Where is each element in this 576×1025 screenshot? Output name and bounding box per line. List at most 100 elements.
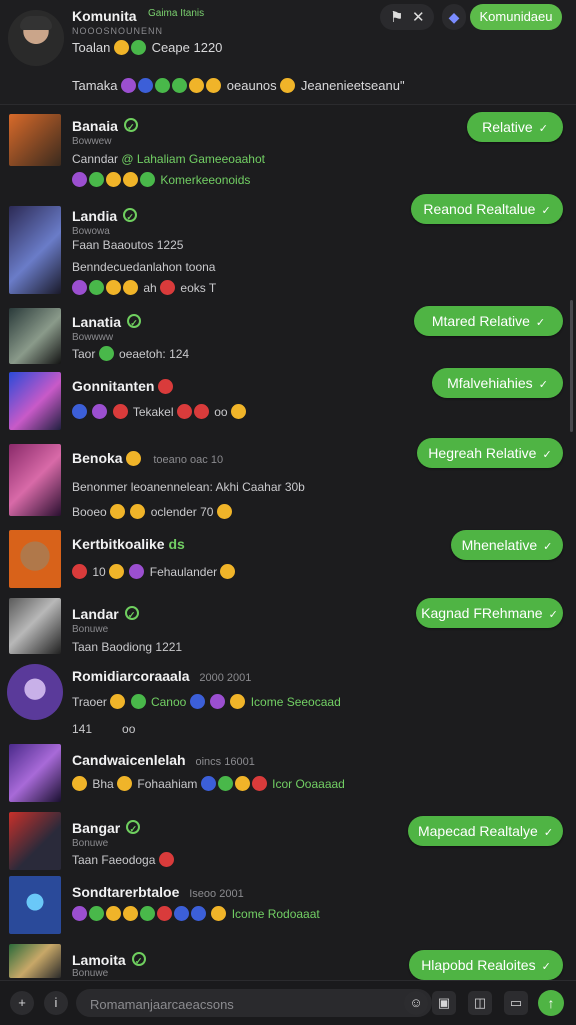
list-item[interactable]: Benoka toeano oac 10 Benonmer leoanennel… [0,438,576,524]
member-sub: Bowwew [72,136,112,147]
member-line: Booeo oclender 70 [72,504,234,519]
list-item[interactable]: Banaia ✓ Bowwew Canndar @ Lahaliam Gameeo… [0,108,576,190]
member-line: Canndar @ Lahaliam Gameeoaahot [72,152,265,166]
member-line: Komerkeeonoids [72,172,250,187]
camera-icon[interactable]: ◫ [468,991,492,1015]
list-item[interactable]: Lamoita ✓ Bonuwe Hlapobd Realoites ✓ [0,944,576,980]
community-screen: Komunita Gaima Itanis NOOOSNOUNENN Toala… [0,0,576,1025]
member-name: Gonnitanten [72,378,175,394]
relative-button[interactable]: Hegreah Relative ✓ [417,438,563,468]
verified-icon: ✓ [126,820,141,834]
member-sub: Bonuwe [72,838,109,849]
community-tag: Gaima Itanis [148,8,205,19]
member-line: Traoer Canoo Icome Seeocaad [72,694,341,709]
relative-button[interactable]: Mfalvehiahies ✓ [432,368,563,398]
member-name: Kertbitkoalike ds [72,536,185,552]
member-line: Taor oeaetoh: 124 [72,346,190,361]
info-icon[interactable]: i [44,991,68,1015]
avatar [9,598,61,654]
list-item[interactable]: Bangar ✓ Bonuwe Taan Faeodoga Mapecad Rea… [0,812,576,874]
verified-icon: ✓ [124,606,139,620]
emoji-icon [138,78,154,93]
list-item[interactable]: Romidiarcoraaala 2000 2001 Traoer Canoo … [0,660,576,744]
member-name: Benoka toeano oac 10 [72,450,224,466]
header-info-label: Tamaka [72,78,118,93]
avatar [9,114,61,166]
send-icon[interactable]: ↑ [538,990,564,1016]
header-toolbar: ⚑ ✕ [380,4,434,30]
message-input-wrap [76,989,432,1017]
header-info-note: Jeanenieetseanu" [300,78,405,93]
list-item[interactable]: Lanatia ✓ Bowwww Taor oeaetoh: 124 Mtared… [0,306,576,368]
avatar [9,944,61,978]
avatar [9,206,61,294]
header-stats-line: Toalan Ceape 1220 [72,40,222,55]
member-line: Benonmer leoanennelean: Akhi Caahar 30b [72,480,305,494]
member-name: Candwaicenlelah oincs 16001 [72,752,255,768]
relative-button[interactable]: Mhenelative ✓ [451,530,563,560]
list-item[interactable]: Landia ✓ Bowowa Faan Baaoutos 1225 Bennde… [0,194,576,300]
member-sub: Bowowa [72,226,110,237]
member-line: Benndecuedanlahon toona [72,260,216,274]
verified-icon: ✓ [127,314,142,328]
avatar [9,530,61,588]
member-line: Bha Fohaahiam Icor Ooaaaad [72,776,345,791]
avatar [9,812,61,870]
emoji-icon [121,78,137,93]
member-name: Romidiarcoraaala 2000 2001 [72,668,252,684]
list-item[interactable]: Landar ✓ Bonuwe Taan Baodiong 1221 Kagnad… [0,596,576,658]
verified-icon: ✓ [123,118,138,132]
relative-button[interactable]: Reanod Realtalue ✓ [411,194,563,224]
community-subtitle: NOOOSNOUNENN [72,26,164,36]
community-title: Komunita Gaima Itanis [72,8,204,24]
member-line: Tekakel oo [72,404,248,419]
tools-icon[interactable]: ✕ [412,8,425,26]
emoji-icon [189,78,205,93]
list-item[interactable]: Kertbitkoalike ds 10 Fehaulander Mhenela… [0,528,576,592]
composer-bar: + i ☺ ▣ ◫ ▭ ↑ [0,980,576,1025]
shield-icon[interactable]: ◆ [442,4,466,30]
emoji-icon [155,78,171,93]
member-name: Landar ✓ [72,606,139,622]
relative-button[interactable]: Relative ✓ [467,112,563,142]
header-stats-count: Ceape 1220 [151,40,223,55]
community-name: Komunita [72,8,137,24]
header-info-line: Tamaka oeaunos Jeanenieetseanu" [72,78,405,93]
relative-button[interactable]: Mapecad Realtalye ✓ [408,816,563,846]
community-avatar[interactable] [8,10,64,66]
list-item[interactable]: Sondtarerbtaloe Iseoo 2001 Icome Rodoaaa… [0,876,576,942]
header-info-suffix: oeaunos [226,78,277,93]
member-line: Taan Baodiong 1221 [72,640,183,654]
message-input[interactable] [88,993,392,1015]
member-sub: Bowwww [72,332,114,343]
avatar [9,308,61,364]
member-name: Banaia ✓ [72,118,138,134]
flag-icon[interactable]: ⚑ [390,8,403,26]
member-list: Banaia ✓ Bowwew Canndar @ Lahaliam Gameeo… [0,104,576,980]
card-icon[interactable]: ▭ [504,991,528,1015]
member-line: 141 oo [72,722,136,736]
emoji-icon [130,40,146,55]
emoji-icon [172,78,188,93]
emoji-icon[interactable]: ☺ [404,991,428,1015]
header-stats-label: Toalan [72,40,111,55]
list-item[interactable]: Candwaicenlelah oincs 16001 Bha Fohaahia… [0,744,576,810]
member-line: Faan Baaoutos 1225 [72,238,184,252]
member-sub: Bonuwe [72,968,109,979]
emoji-icon [206,78,222,93]
community-header: Komunita Gaima Itanis NOOOSNOUNENN Toala… [0,0,576,105]
scrollbar[interactable] [570,300,573,432]
member-line: Icome Rodoaaat [72,906,320,921]
relative-button[interactable]: Mtared Relative ✓ [414,306,563,336]
member-name: Bangar ✓ [72,820,141,836]
list-item[interactable]: Gonnitanten Tekakel oo Mfalvehiahies ✓ [0,368,576,436]
image-icon[interactable]: ▣ [432,991,456,1015]
avatar [7,664,63,720]
relative-button[interactable]: Hlapobd Realoites ✓ [409,950,563,980]
member-sub: Bonuwe [72,624,109,635]
add-icon[interactable]: + [10,991,34,1015]
relative-button[interactable]: Kagnad FRehmane ✓ [416,598,563,628]
avatar [9,876,61,934]
community-action-button[interactable]: Komunidaeu [470,4,562,30]
avatar [9,372,61,430]
